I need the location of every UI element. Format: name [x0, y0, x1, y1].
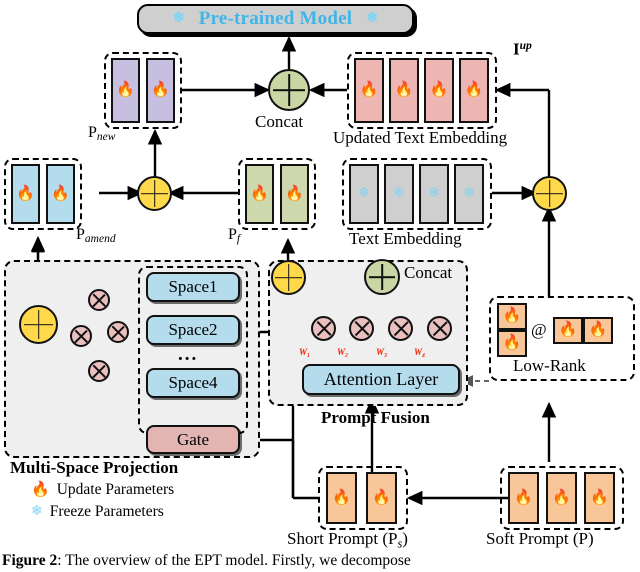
space-scale-operator [70, 325, 92, 347]
figure-caption-text: : The overview of the EPT model. Firstly… [57, 552, 411, 569]
short-prompt-label: Short Prompt (Ps) [287, 529, 408, 551]
snowflake-icon: ❄ [463, 186, 475, 201]
concat-fusion-label: Concat [404, 263, 453, 282]
multi-space-projection-title: Multi-Space Projection [10, 458, 179, 477]
i-up-label: Iup [513, 39, 532, 59]
low-rank-label: Low-Rank [513, 356, 586, 375]
text-embedding-token: ❄ [384, 164, 414, 224]
text-embedding-label: Text Embedding [349, 229, 462, 248]
attention-layer-node[interactable]: Attention Layer [302, 364, 460, 395]
flame-icon: 🔥 [394, 82, 414, 98]
snowflake-icon: ❄ [358, 186, 370, 201]
snowflake-icon: ❄ [172, 11, 185, 26]
short-prompt-token: 🔥 [326, 472, 357, 524]
updated-text-token: 🔥 [459, 58, 489, 123]
attention-weight-operator [427, 316, 452, 341]
weight-label-4: W₄ [414, 347, 426, 357]
text-embedding-token: ❄ [419, 164, 449, 224]
updated-text-embedding-label: Updated Text Embedding [333, 128, 508, 147]
legend-label: Update Parameters [56, 481, 175, 498]
flame-icon: 🔥 [464, 82, 484, 98]
flame-icon: 🔥 [552, 489, 571, 506]
flame-icon: 🔥 [250, 185, 269, 202]
low-rank-left-token: 🔥 [497, 330, 527, 357]
multi-space-sum-operator [19, 305, 58, 344]
text-embedding-token: ❄ [454, 164, 484, 224]
low-rank-right-token: 🔥 [553, 317, 583, 344]
amend-fusion-sum-operator [137, 176, 172, 211]
flame-icon: 🔥 [359, 82, 379, 98]
p-f-label: Pf [228, 226, 241, 246]
updated-text-token: 🔥 [424, 58, 454, 123]
flame-icon: 🔥 [558, 322, 578, 338]
snowflake-icon: ❄ [393, 186, 405, 201]
low-rank-operator: @ [531, 320, 547, 339]
legend-update-parameters: 🔥 Update Parameters [31, 481, 174, 499]
p-amend-token: 🔥 [11, 164, 40, 224]
prompt-fusion-title: Prompt Fusion [321, 408, 430, 427]
space-ellipsis: ... [178, 344, 199, 365]
pretrained-model-banner: ❄ Pre-trained Model ❄ [137, 4, 414, 34]
flame-icon: 🔥 [502, 335, 522, 351]
weight-label-3: W₃ [376, 347, 388, 357]
attention-weight-operator [311, 316, 336, 341]
snowflake-icon: ❄ [31, 504, 43, 519]
flame-icon: 🔥 [151, 82, 170, 98]
p-amend-token: 🔥 [46, 164, 75, 224]
figure-canvas: ❄ Pre-trained Model ❄ 🔥 🔥 Pnew Concat 🔥 … [0, 0, 640, 572]
flame-icon: 🔥 [332, 489, 351, 506]
space-node-4[interactable]: Space4 [146, 368, 240, 398]
snowflake-icon: ❄ [428, 186, 440, 201]
text-embedding-token: ❄ [349, 164, 379, 224]
attention-weight-operator [349, 316, 374, 341]
flame-icon: 🔥 [285, 185, 304, 202]
soft-prompt-label: Soft Prompt (P) [486, 529, 594, 548]
low-rank-right-token: 🔥 [583, 317, 613, 344]
p-new-token: 🔥 [111, 58, 140, 123]
p-f-token: 🔥 [245, 164, 274, 224]
flame-icon: 🔥 [590, 489, 609, 506]
flame-icon: 🔥 [116, 82, 135, 98]
updated-text-token: 🔥 [354, 58, 384, 123]
p-new-label: Pnew [88, 124, 116, 144]
soft-prompt-token: 🔥 [508, 472, 539, 524]
flame-icon: 🔥 [31, 481, 50, 498]
flame-icon: 🔥 [51, 185, 70, 202]
low-rank-left-token: 🔥 [497, 303, 527, 330]
prompt-fusion-sum-operator [271, 260, 306, 295]
snowflake-icon: ❄ [366, 11, 379, 26]
flame-icon: 🔥 [588, 322, 608, 338]
flame-icon: 🔥 [429, 82, 449, 98]
legend-label: Freeze Parameters [49, 503, 164, 520]
weight-label-1: W₁ [299, 347, 311, 357]
p-amend-label: Pamend [76, 226, 116, 246]
soft-prompt-token: 🔥 [584, 472, 615, 524]
space-scale-operator [88, 360, 110, 382]
space-node-1[interactable]: Space1 [146, 272, 240, 302]
space-scale-operator [88, 289, 110, 311]
space-node-2[interactable]: Space2 [146, 315, 240, 345]
text-embedding-sum-operator [532, 176, 567, 211]
p-f-token: 🔥 [280, 164, 309, 224]
updated-text-token: 🔥 [389, 58, 419, 123]
concat-top-operator [268, 69, 310, 111]
flame-icon: 🔥 [514, 489, 533, 506]
figure-caption: Figure 2: The overview of the EPT model.… [0, 552, 640, 570]
weight-label-2: W₂ [337, 347, 349, 357]
flame-icon: 🔥 [16, 185, 35, 202]
concat-fusion-operator [364, 259, 400, 295]
figure-caption-label: Figure 2 [2, 552, 58, 569]
flame-icon: 🔥 [502, 308, 522, 324]
gate-node[interactable]: Gate [146, 425, 240, 454]
concat-top-label: Concat [255, 112, 304, 131]
legend-freeze-parameters: ❄ Freeze Parameters [31, 503, 164, 521]
pretrained-model-label: Pre-trained Model [198, 8, 353, 29]
flame-icon: 🔥 [372, 489, 391, 506]
soft-prompt-token: 🔥 [546, 472, 577, 524]
short-prompt-token: 🔥 [366, 472, 397, 524]
attention-weight-operator [388, 316, 413, 341]
p-new-token: 🔥 [146, 58, 175, 123]
space-scale-operator [107, 321, 129, 343]
